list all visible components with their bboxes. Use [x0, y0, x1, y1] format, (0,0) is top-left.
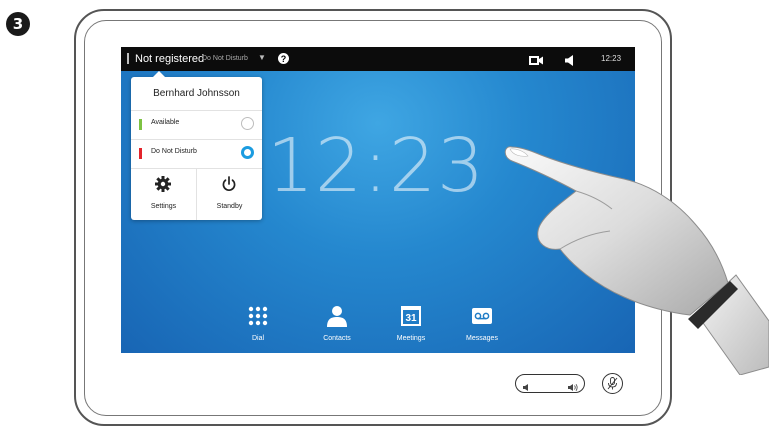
power-icon	[221, 176, 237, 197]
help-icon[interactable]: ?	[278, 53, 289, 64]
status-indicator	[127, 53, 129, 64]
user-name: Bernhard Johnsson	[131, 77, 262, 111]
available-indicator	[139, 119, 142, 130]
presence-status[interactable]: Do Not Disturb	[202, 55, 248, 62]
mute-button[interactable]	[602, 373, 623, 394]
do-not-disturb-radio[interactable]	[241, 146, 254, 159]
nav-label: Meetings	[396, 335, 426, 342]
do-not-disturb-indicator	[139, 148, 142, 159]
step-number-badge: 3	[6, 12, 30, 36]
settings-button[interactable]: Settings	[131, 168, 196, 220]
status-menu-popup: Bernhard Johnsson Available Do Not Distu…	[131, 71, 262, 220]
pointing-hand-icon	[504, 146, 769, 375]
clock-display: 12:23	[266, 123, 486, 209]
status-bar: Not registered Do Not Disturb ▼ ? 12:23	[121, 47, 635, 71]
keypad-icon	[247, 305, 269, 332]
nav-label: Dial	[251, 335, 265, 342]
registration-status[interactable]: Not registered	[135, 53, 204, 65]
volume-down-icon[interactable]	[523, 379, 532, 397]
nav-label: Contacts	[323, 335, 351, 342]
status-time: 12:23	[601, 54, 622, 63]
volume-control[interactable]	[515, 374, 585, 393]
status-option-label: Do Not Disturb	[151, 148, 197, 155]
status-option-label: Available	[151, 119, 180, 126]
voicemail-icon	[471, 305, 493, 332]
person-icon	[326, 305, 348, 332]
popup-actions: Settings Standby	[131, 168, 262, 220]
mic-mute-icon	[607, 377, 618, 395]
speaker-icon[interactable]	[565, 53, 574, 71]
volume-up-icon[interactable]	[568, 379, 579, 397]
chevron-down-icon[interactable]: ▼	[258, 53, 266, 62]
calendar-icon: 31	[400, 305, 422, 332]
standby-button[interactable]: Standby	[197, 168, 262, 220]
camera-icon[interactable]	[529, 53, 543, 71]
status-option-do-not-disturb[interactable]: Do Not Disturb	[131, 139, 262, 169]
svg-text:31: 31	[405, 313, 417, 324]
settings-label: Settings	[150, 203, 177, 210]
gear-icon	[155, 176, 171, 197]
standby-label: Standby	[216, 203, 243, 210]
status-option-available[interactable]: Available	[131, 110, 262, 140]
available-radio[interactable]	[241, 117, 254, 130]
